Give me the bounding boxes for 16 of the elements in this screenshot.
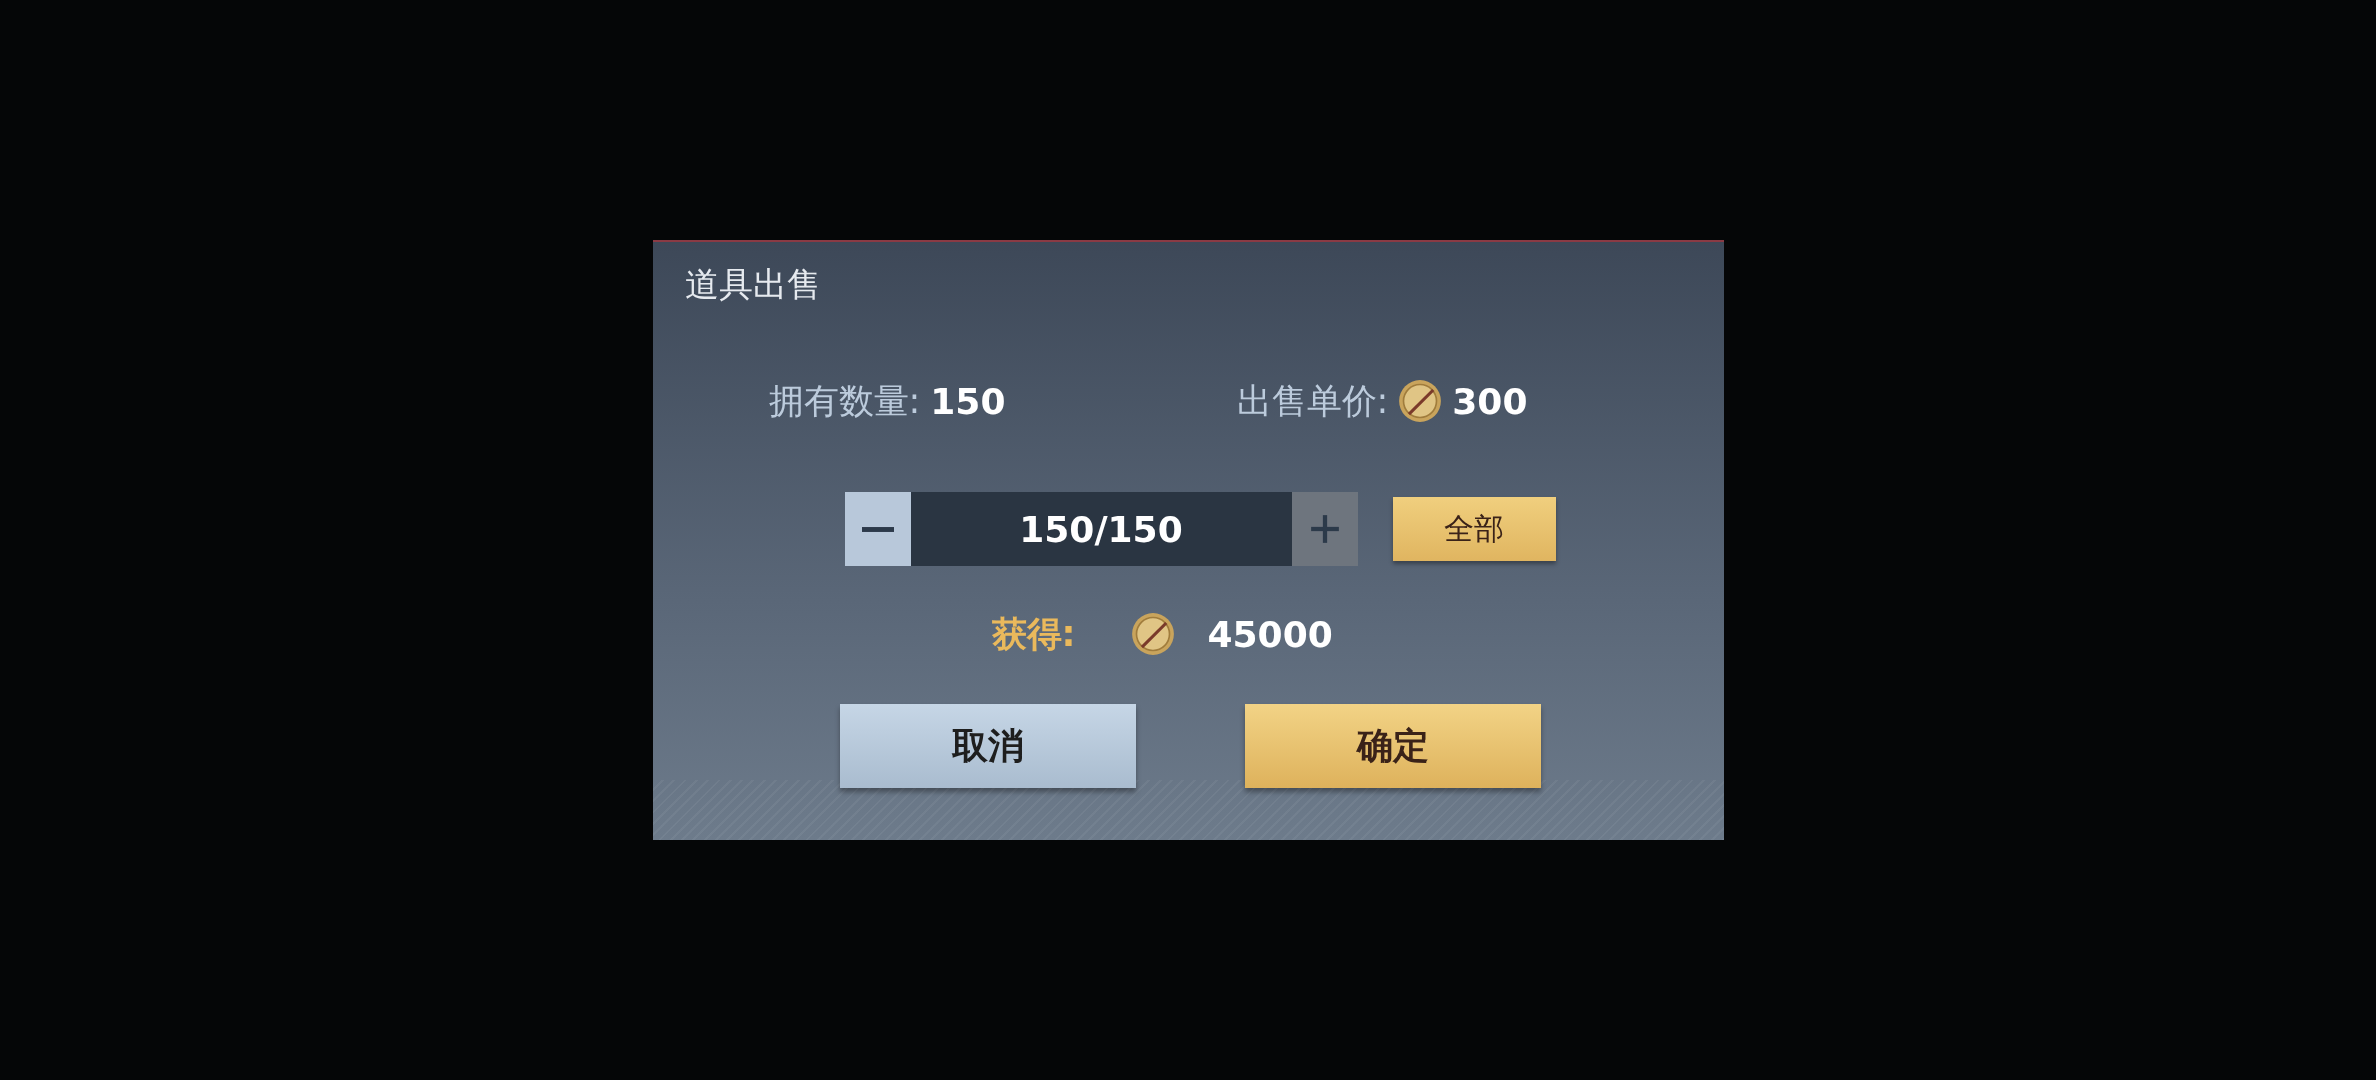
coin-icon: [1130, 612, 1175, 656]
owned-label: 拥有数量:: [768, 379, 921, 423]
owned-value: 150: [930, 380, 1006, 422]
minus-icon: [861, 526, 894, 532]
decrease-button[interactable]: [844, 492, 911, 566]
coin-icon: [1398, 379, 1443, 423]
earn-label: 获得:: [991, 612, 1077, 656]
confirm-button[interactable]: 确定: [1244, 704, 1541, 788]
price-value: 300: [1452, 380, 1528, 422]
all-button[interactable]: 全部: [1392, 497, 1556, 561]
price-label: 出售单价:: [1236, 379, 1389, 423]
dialog-title: 道具出售: [684, 263, 821, 306]
quantity-field[interactable]: 150/150: [910, 492, 1292, 566]
cancel-button[interactable]: 取消: [839, 704, 1136, 788]
plus-icon: [1308, 513, 1341, 545]
earn-value: 45000: [1207, 613, 1333, 655]
